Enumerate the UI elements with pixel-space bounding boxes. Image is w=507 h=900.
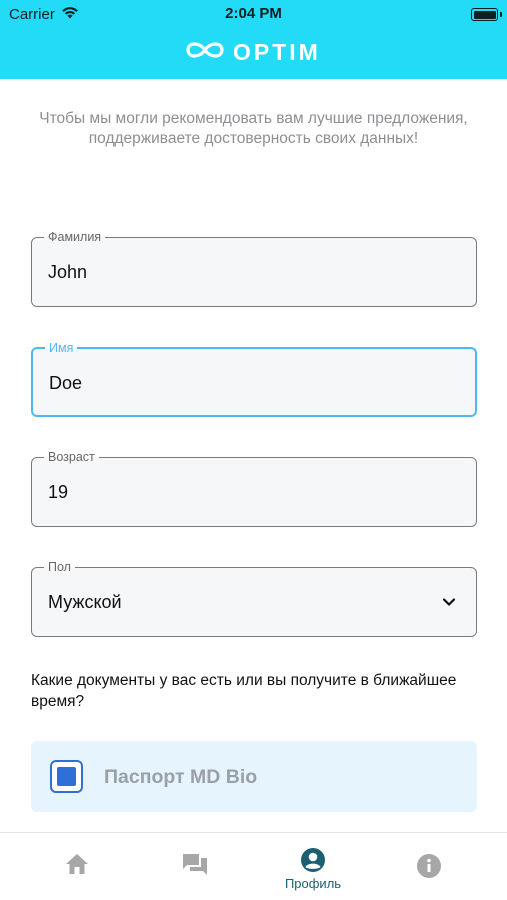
- tab-profile[interactable]: Профиль: [250, 833, 376, 900]
- gender-label: Пол: [44, 559, 75, 575]
- document-label: Паспорт MD Bio: [104, 766, 258, 788]
- chevron-down-icon[interactable]: [442, 595, 456, 614]
- gender-select[interactable]: Пол Мужской: [31, 559, 477, 637]
- age-field[interactable]: Возраст 19: [31, 449, 477, 527]
- age-label: Возраст: [44, 449, 99, 465]
- document-checkbox[interactable]: [50, 760, 83, 793]
- home-icon: [66, 854, 88, 874]
- infinity-icon: [183, 39, 227, 66]
- tab-home[interactable]: [14, 833, 140, 900]
- clock: 2:04 PM: [225, 5, 282, 22]
- tab-chat[interactable]: [132, 833, 258, 900]
- logo-text: OPTIM: [233, 38, 321, 65]
- document-option-passport[interactable]: Паспорт MD Bio: [31, 741, 477, 812]
- surname-field[interactable]: Фамилия John: [31, 229, 477, 307]
- profile-icon: [301, 848, 325, 872]
- age-value[interactable]: 19: [48, 482, 68, 503]
- chat-icon: [183, 854, 207, 875]
- name-label: Имя: [45, 340, 78, 356]
- tab-bar: Профиль: [0, 832, 507, 900]
- surname-value[interactable]: John: [48, 262, 87, 283]
- gender-value[interactable]: Мужской: [48, 592, 122, 613]
- intro-text: Чтобы мы могли рекомендовать вам лучшие …: [39, 110, 468, 147]
- name-value[interactable]: Doe: [49, 373, 82, 394]
- name-field[interactable]: Имя Doe: [31, 340, 477, 417]
- battery-icon: [471, 8, 502, 21]
- surname-label: Фамилия: [44, 229, 106, 245]
- status-bar: Carrier 2:04 PM: [0, 0, 507, 30]
- tab-info[interactable]: [366, 833, 492, 900]
- app-header: Carrier 2:04 PM OPTIM: [0, 0, 507, 79]
- documents-question: Какие документы у вас есть или вы получи…: [31, 672, 457, 710]
- info-icon: [417, 854, 441, 878]
- app-logo: OPTIM: [183, 38, 321, 66]
- tab-profile-label: Профиль: [284, 876, 342, 891]
